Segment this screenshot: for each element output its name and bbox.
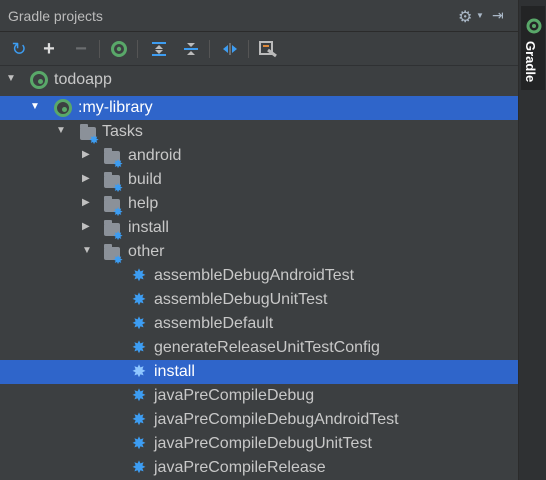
tree-label: help — [128, 195, 159, 212]
expanded-arrow-icon[interactable]: ▼ — [6, 73, 18, 85]
panel-header: Gradle projects ⚙ ▼ ⇥ — [0, 0, 518, 32]
gear-icon: ✸ — [131, 458, 147, 477]
tree-task[interactable]: ✸ assembleDebugAndroidTest — [0, 264, 518, 288]
tree-task[interactable]: ✸ assembleDefault — [0, 312, 518, 336]
gradle-module-icon — [54, 99, 72, 117]
expanded-arrow-icon[interactable]: ▼ — [56, 125, 68, 137]
panel-title: Gradle projects — [8, 8, 103, 24]
tree-task[interactable]: ✸ javaPreCompileDebugUnitTest — [0, 432, 518, 456]
gear-icon: ✸ — [131, 434, 147, 453]
tree-label: install — [128, 219, 169, 236]
gear-icon: ✸ — [131, 362, 147, 381]
tree-tasks[interactable]: ▼ ✸ Tasks — [0, 120, 518, 146]
tree-group-build[interactable]: ▶ ✸ build — [0, 168, 518, 194]
gear-icon: ✸ — [131, 338, 147, 357]
gear-icon: ✸ — [131, 410, 147, 429]
tree-label: assembleDebugAndroidTest — [154, 267, 355, 284]
settings-icon[interactable] — [257, 38, 279, 60]
task-folder-icon: ✸ — [104, 172, 123, 194]
tree-root[interactable]: ▼ todoapp — [0, 68, 518, 92]
panel-settings-icon[interactable]: ⚙ — [458, 7, 472, 27]
tree-label: javaPreCompileRelease — [154, 459, 326, 476]
tree-label: Tasks — [102, 123, 143, 140]
remove-icon[interactable]: − — [70, 38, 92, 60]
gradle-project-icon — [30, 71, 48, 89]
add-icon[interactable]: + — [38, 38, 60, 60]
tree-task[interactable]: ✸ javaPreCompileDebug — [0, 384, 518, 408]
tree-label: generateReleaseUnitTestConfig — [154, 339, 380, 356]
tree-group-help[interactable]: ▶ ✸ help — [0, 192, 518, 218]
gear-icon: ✸ — [131, 386, 147, 405]
tree-group-install[interactable]: ▶ ✸ install — [0, 216, 518, 242]
collapsed-arrow-icon[interactable]: ▶ — [82, 221, 94, 233]
chevron-down-icon[interactable]: ▼ — [476, 11, 484, 20]
tree-task[interactable]: ✸ javaPreCompileDebugAndroidTest — [0, 408, 518, 432]
gear-icon: ✸ — [131, 314, 147, 333]
expanded-arrow-icon[interactable]: ▼ — [82, 245, 94, 257]
tree-label: install — [154, 363, 195, 380]
gradle-tab-label: Gradle — [523, 41, 538, 83]
toolbar: ↻ + − — [0, 32, 518, 66]
tree-label: assembleDefault — [154, 315, 274, 332]
right-tool-strip: Gradle — [518, 0, 546, 480]
tree-label: :my-library — [78, 99, 153, 116]
tree-task[interactable]: ✸ javaPreCompileRelease — [0, 456, 518, 480]
gradle-projects-panel: Gradle projects ⚙ ▼ ⇥ ↻ + − ▼ todoapp ▼ … — [0, 0, 518, 480]
gear-icon: ✸ — [131, 290, 147, 309]
hide-panel-icon[interactable]: ⇥ — [492, 7, 504, 24]
tree-label: android — [128, 147, 182, 164]
task-folder-icon: ✸ — [80, 124, 99, 146]
tree-label: other — [128, 243, 165, 260]
task-folder-icon: ✸ — [104, 196, 123, 218]
expand-all-icon[interactable] — [148, 38, 170, 60]
tree-task[interactable]: ✸ assembleDebugUnitTest — [0, 288, 518, 312]
link-icon[interactable] — [219, 38, 241, 60]
task-folder-icon: ✸ — [104, 220, 123, 242]
gradle-icon[interactable] — [108, 38, 130, 60]
tree-label: javaPreCompileDebugUnitTest — [154, 435, 372, 452]
expanded-arrow-icon[interactable]: ▼ — [30, 101, 42, 113]
tree-label: assembleDebugUnitTest — [154, 291, 328, 308]
tree-module-my-library[interactable]: ▼ :my-library — [0, 96, 518, 120]
collapsed-arrow-icon[interactable]: ▶ — [82, 149, 94, 161]
collapsed-arrow-icon[interactable]: ▶ — [82, 173, 94, 185]
refresh-icon[interactable]: ↻ — [8, 38, 30, 60]
gear-icon: ✸ — [131, 266, 147, 285]
tree-label: javaPreCompileDebugAndroidTest — [154, 411, 399, 428]
tree-group-other[interactable]: ▼ ✸ other — [0, 240, 518, 266]
tree-task-selected[interactable]: ✸ install — [0, 360, 518, 384]
task-folder-icon: ✸ — [104, 244, 123, 266]
gradle-tool-tab[interactable]: Gradle — [521, 6, 545, 90]
task-folder-icon: ✸ — [104, 148, 123, 170]
tree-label: todoapp — [54, 71, 112, 88]
tree-label: javaPreCompileDebug — [154, 387, 315, 404]
collapse-all-icon[interactable] — [180, 38, 202, 60]
tree-group-android[interactable]: ▶ ✸ android — [0, 144, 518, 170]
tree-label: build — [128, 171, 162, 188]
gradle-icon — [526, 18, 542, 34]
tree-task[interactable]: ✸ generateReleaseUnitTestConfig — [0, 336, 518, 360]
collapsed-arrow-icon[interactable]: ▶ — [82, 197, 94, 209]
